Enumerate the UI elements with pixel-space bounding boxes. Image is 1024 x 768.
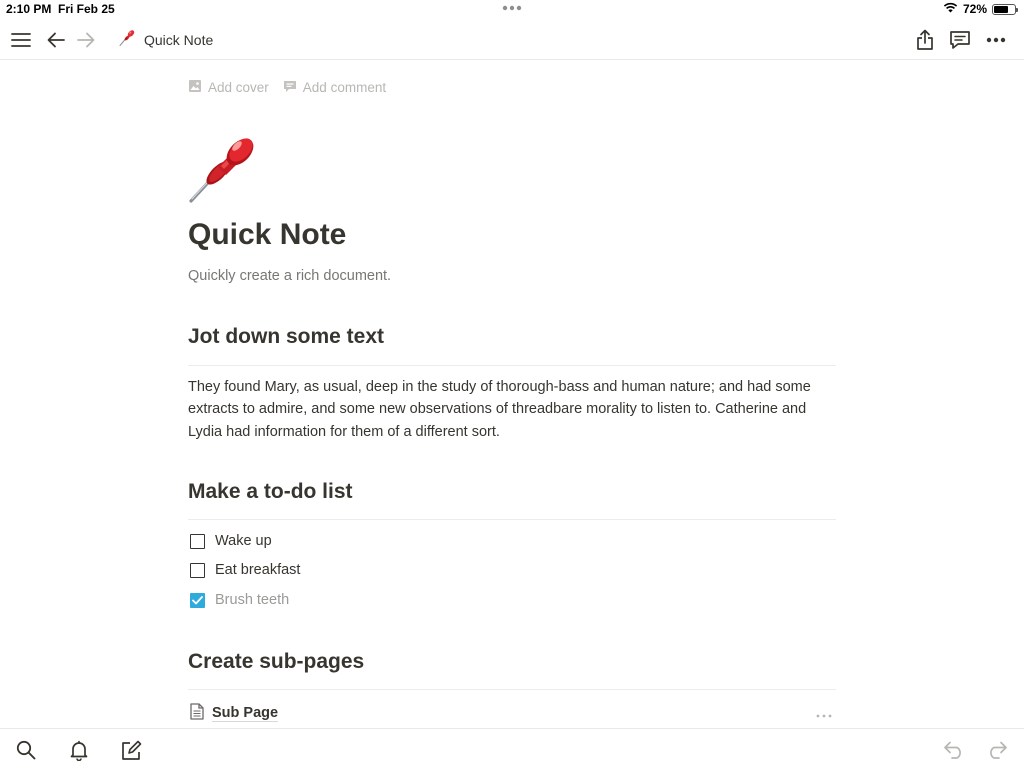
- status-bar: 2:10 PM Fri Feb 25 72%: [0, 0, 1024, 20]
- divider: [188, 689, 836, 690]
- breadcrumb[interactable]: Quick Note: [118, 29, 213, 50]
- sub-page-title: Sub Page: [212, 704, 279, 722]
- todo-item: Wake up: [190, 533, 272, 549]
- divider: [188, 519, 836, 520]
- undo-icon[interactable]: [942, 738, 966, 762]
- pushpin-icon[interactable]: [188, 132, 260, 204]
- status-right: 72%: [943, 2, 1018, 16]
- image-icon: [188, 79, 202, 96]
- sub-page-link[interactable]: Sub Page: [190, 702, 836, 724]
- todo-label[interactable]: Brush teeth: [215, 592, 289, 608]
- comments-icon[interactable]: [948, 28, 972, 52]
- todo-checkbox-checked[interactable]: [190, 592, 205, 608]
- pushpin-icon: [118, 29, 136, 50]
- bell-icon[interactable]: [67, 738, 91, 762]
- status-date: Fri Feb 25: [58, 2, 115, 16]
- heading-sub-pages[interactable]: Create sub-pages: [188, 650, 364, 674]
- battery-icon: [992, 3, 1018, 15]
- back-arrow-icon[interactable]: [45, 29, 67, 51]
- add-cover-button[interactable]: Add cover: [188, 79, 269, 96]
- add-comment-button[interactable]: Add comment: [283, 79, 386, 96]
- breadcrumb-title: Quick Note: [144, 31, 214, 48]
- paragraph-text[interactable]: They found Mary, as usual, deep in the s…: [188, 376, 836, 443]
- status-time: 2:10 PM: [6, 2, 52, 16]
- todo-item: Eat breakfast: [190, 562, 300, 578]
- todo-label[interactable]: Wake up: [215, 533, 272, 549]
- more-options-icon[interactable]: [984, 28, 1008, 52]
- compose-icon[interactable]: [119, 738, 143, 762]
- battery-percent: 72%: [962, 2, 987, 16]
- bottom-toolbar: [0, 728, 1024, 768]
- divider: [188, 365, 836, 366]
- document-icon: [190, 702, 204, 724]
- todo-checkbox[interactable]: [190, 562, 205, 578]
- page-subtitle[interactable]: Quickly create a rich document.: [188, 268, 391, 284]
- todo-item: Brush teeth: [190, 592, 289, 608]
- todo-label[interactable]: Eat breakfast: [215, 562, 300, 578]
- todo-checkbox[interactable]: [190, 533, 205, 549]
- wifi-icon: [943, 2, 958, 16]
- checkmark-icon: [192, 595, 203, 604]
- forward-arrow-icon[interactable]: [75, 29, 97, 51]
- heading-todo-list[interactable]: Make a to-do list: [188, 480, 353, 504]
- more-options-icon[interactable]: [816, 706, 832, 722]
- redo-icon[interactable]: [985, 738, 1009, 762]
- top-navigation: Quick Note: [0, 20, 1024, 60]
- menu-icon[interactable]: [10, 29, 32, 51]
- page-title[interactable]: Quick Note: [188, 218, 346, 252]
- add-comment-label: Add comment: [302, 80, 387, 95]
- page-meta-actions: Add cover Add comment: [188, 79, 386, 96]
- multitasking-dots-icon[interactable]: [500, 3, 524, 13]
- search-icon[interactable]: [14, 738, 38, 762]
- comment-icon: [283, 80, 297, 96]
- share-icon[interactable]: [913, 28, 937, 52]
- add-cover-label: Add cover: [208, 80, 269, 95]
- heading-jot-down-text[interactable]: Jot down some text: [188, 325, 384, 349]
